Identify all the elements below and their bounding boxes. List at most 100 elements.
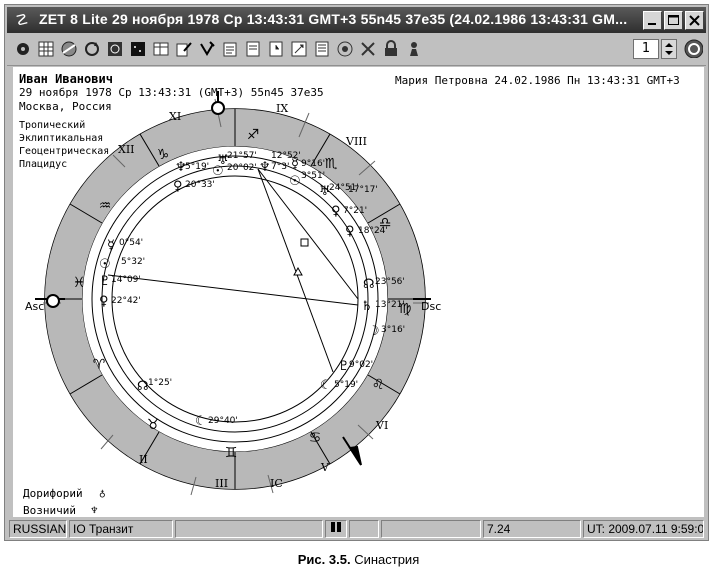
app-window: ☡ ZET 8 Lite 29 ноября 1978 Ср 13:43:31 … [4,4,709,541]
tool-chart[interactable] [105,39,125,59]
tool-list[interactable] [312,39,332,59]
dsc-label: Dsc [421,300,441,313]
capricorn-icon: ♑ [157,147,170,163]
position-19: 0°54' [119,238,143,248]
page-icon [246,41,260,57]
position-10: 17°17' [348,185,378,195]
toolbar: 1 [7,35,706,66]
counter-spinner[interactable] [661,39,677,59]
grid-icon [38,41,54,57]
leo-icon: ♌ [372,377,385,393]
tool-target[interactable] [335,39,355,59]
position-1: 1°25' [148,378,172,388]
position-15: 21°57' [227,151,257,161]
tool-exit[interactable] [683,38,705,60]
house-vi-label: VI [375,419,388,432]
figure-caption: Рис. 3.5. Синастрия [0,552,717,567]
house-iii-label: III [215,477,228,490]
status-empty-3 [381,520,481,538]
lock-icon [385,40,397,56]
aspect-lines [107,168,359,373]
tool-edit[interactable] [174,39,194,59]
calendar-icon [200,41,215,56]
mercury-icon: ☿ [291,157,299,172]
status-value: 7.24 [483,520,581,538]
star-map-icon [131,42,145,56]
refresh-icon [85,42,99,56]
tool-table[interactable] [151,39,171,59]
close-button[interactable] [685,11,704,30]
legend: Дорифорий ♁ Возничий ♆ [23,487,106,517]
asc-label: Asc [25,300,44,313]
house-ix-label: IX [276,102,288,115]
house-ii-label: II [139,453,148,466]
horoscope-wheel: ♐♏ ♎♍ ♌♋ ♊♉ ♈♓ ♒♑ XI IX VIII XII VI V IC… [23,91,441,517]
position-14: 7°3' [271,162,289,172]
house-viii-label: VIII [345,135,367,148]
status-pause-button[interactable] [325,520,347,538]
gemini-icon: ♊ [225,445,238,461]
tool-page[interactable] [243,39,263,59]
tool-book[interactable] [220,39,240,59]
title-bar[interactable]: ☡ ZET 8 Lite 29 ноября 1978 Ср 13:43:31 … [7,7,706,33]
moon-icon: ☾ [195,414,207,429]
mercury2-icon: ☿ [107,238,115,253]
tool-tools[interactable] [358,39,378,59]
counter-input[interactable]: 1 [633,39,659,59]
power-icon [684,39,703,58]
tools-icon [361,42,375,56]
tool-grid[interactable] [36,39,56,59]
window-title: ZET 8 Lite 29 ноября 1978 Ср 13:43:31 GM… [39,11,628,27]
taurus-icon: ♉ [147,417,160,433]
scorpio-icon: ♏ [325,156,338,172]
position-17: 5°19' [185,162,209,172]
sun-icon: ☉ [289,174,301,189]
neptune-icon: ♆ [259,160,271,175]
pause-icon [331,522,341,532]
book-icon [223,42,237,57]
position-20: 5°32' [121,257,145,267]
venus3-icon: ♀ [173,179,183,194]
legend-label-1: Дорифорий [23,487,83,500]
tool-clock[interactable] [266,39,286,59]
tool-calendar[interactable] [197,39,217,59]
maximize-icon [668,15,679,25]
sagittarius-icon: ♐ [247,127,260,143]
house-xi-label: XI [169,110,181,123]
edit-icon [176,42,192,57]
chart-canvas[interactable]: Иван Иванович 29 ноября 1978 Ср 13:43:31… [13,67,704,517]
person-icon [410,42,418,56]
tool-refresh[interactable] [82,39,102,59]
house-v-label: V [320,461,330,474]
tool-settings[interactable] [13,39,33,59]
uranus-icon: ♅ [319,184,331,199]
venus-icon: ♀ [345,224,355,239]
caption-text: Синастрия [354,552,420,567]
tool-person[interactable] [404,39,424,59]
position-moon-1: 29°40' [208,416,238,426]
tool-star-map[interactable] [128,39,148,59]
tool-lock[interactable] [381,39,401,59]
position-2: 5°19' [334,380,358,390]
square-aspect-icon [300,238,309,247]
tool-globe[interactable] [59,39,79,59]
status-language: RUSSIAN [9,520,67,538]
position-7: 18°24' [358,226,388,236]
clock-icon [269,41,283,57]
legend-label-2: Возничий [23,504,76,517]
legend-symbol-2: ♆ [91,504,98,517]
minimize-button[interactable] [643,11,662,30]
asc-marker-icon [46,294,60,308]
position-22: 22°42' [111,296,141,306]
position-18: 20°33' [185,180,215,190]
maximize-button[interactable] [664,11,683,30]
position-4: 3°16' [381,325,405,335]
house-ic-label: IC [270,477,283,490]
sun2-icon: ☉ [212,164,224,179]
globe-icon [61,41,77,57]
moon3-icon: ☽ [368,324,380,339]
status-ut-time: UT: 2009.07.11 9:59:07 [583,520,704,538]
tool-resize[interactable] [289,39,309,59]
mc-marker-icon [211,101,225,115]
saturn-icon: ♄ [361,299,373,314]
